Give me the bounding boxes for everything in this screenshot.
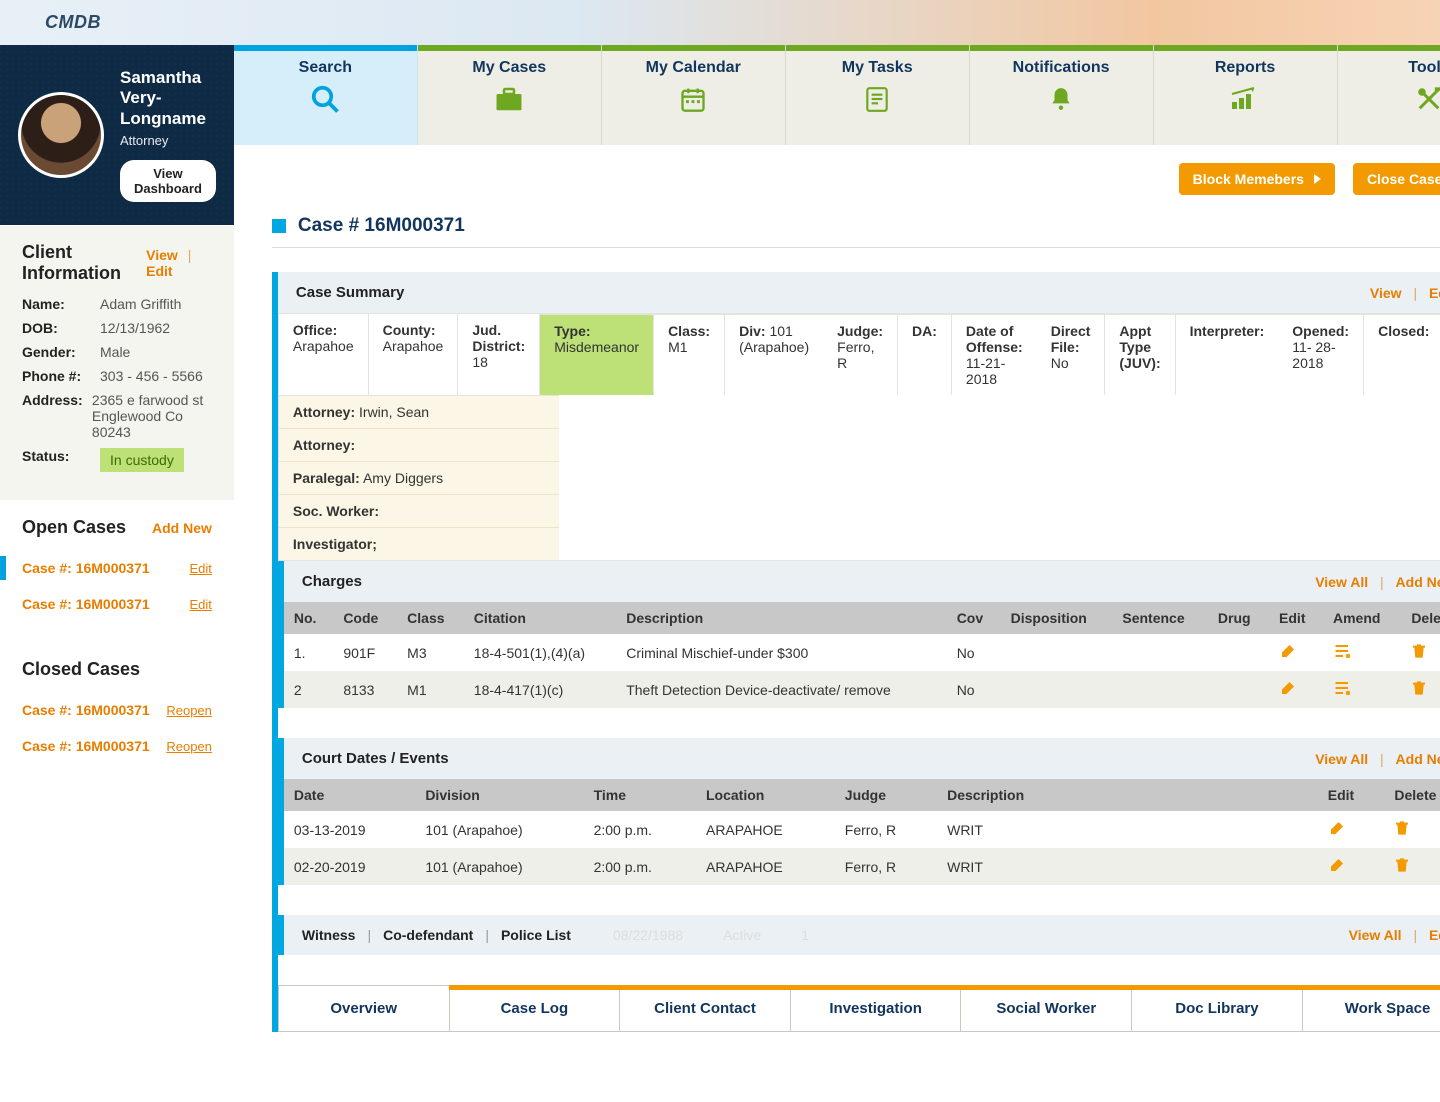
table-row: 03-13-2019 101 (Arapahoe) 2:00 p.m. ARAP… <box>284 811 1440 848</box>
case-header: Case # 16M000371 <box>272 215 1440 237</box>
closed-case-reopen-link[interactable]: Reopen <box>166 739 212 754</box>
client-name: Adam Griffith <box>100 296 181 312</box>
delete-icon[interactable] <box>1411 679 1427 697</box>
closed-cases-heading: Closed Cases <box>22 659 140 680</box>
btab-client-contact[interactable]: Client Contact <box>620 986 791 1031</box>
btab-investigation[interactable]: Investigation <box>791 986 962 1031</box>
client-dob: 12/13/1962 <box>100 320 170 336</box>
witness-edit-link[interactable]: Edit <box>1429 927 1440 943</box>
ghost-row: 08/22/1988 Active 1 <box>613 927 809 943</box>
closed-case-item[interactable]: Case #: 16M000371 Reopen <box>22 692 212 728</box>
delete-icon[interactable] <box>1394 856 1410 874</box>
client-info-heading: Client Information <box>22 242 146 284</box>
case-summary-heading: Case Summary <box>296 284 404 301</box>
summary-edit-link[interactable]: Edit <box>1429 285 1440 301</box>
status-badge: In custody <box>100 448 184 472</box>
user-name: SamanthaVery-Longname <box>120 68 216 129</box>
tab-tools[interactable]: Tools <box>1338 45 1440 145</box>
tab-my-cases[interactable]: My Cases <box>418 45 602 145</box>
closed-case-reopen-link[interactable]: Reopen <box>166 703 212 718</box>
client-edit-link[interactable]: Edit <box>146 263 172 279</box>
btab-doc-library[interactable]: Doc Library <box>1132 986 1303 1031</box>
witness-card: Witness | Co-defendant | Police List 08/… <box>278 915 1440 955</box>
open-case-edit-link[interactable]: Edit <box>189 561 211 576</box>
tab-reports[interactable]: Reports <box>1154 45 1338 145</box>
bottom-tabs: Overview Case Log Client Contact Investi… <box>278 985 1440 1032</box>
charges-heading: Charges <box>302 573 362 590</box>
btab-case-log[interactable]: Case Log <box>450 986 621 1031</box>
open-cases-heading: Open Cases <box>22 517 126 538</box>
bell-icon <box>1045 85 1077 113</box>
tasks-icon <box>861 85 893 113</box>
view-dashboard-button[interactable]: View Dashboard <box>120 160 216 202</box>
open-cases-panel: Open Cases Add New Case #: 16M000371 Edi… <box>0 500 234 642</box>
open-case-edit-link[interactable]: Edit <box>189 597 211 612</box>
court-add-new-link[interactable]: Add New <box>1396 751 1440 767</box>
charges-table: No. Code Class Citation Description Cov … <box>284 602 1440 708</box>
court-dates-heading: Court Dates / Events <box>302 750 449 767</box>
case-summary-card: Case Summary View | Edit Office: Arapaho… <box>272 272 1440 1032</box>
tab-my-calendar[interactable]: My Calendar <box>602 45 786 145</box>
btab-work-space[interactable]: Work Space <box>1303 986 1440 1031</box>
close-case-button[interactable]: Close Case <box>1353 163 1440 195</box>
client-phone: 303 - 456 - 5566 <box>100 368 203 384</box>
police-list-tab[interactable]: Police List <box>501 927 571 943</box>
open-cases-add-new-link[interactable]: Add New <box>152 520 212 536</box>
client-gender: Male <box>100 344 130 360</box>
chevron-right-icon <box>1314 174 1321 184</box>
tab-notifications[interactable]: Notifications <box>970 45 1154 145</box>
table-row: 2 8133 M1 18-4-417(1)(c) Theft Detection… <box>284 671 1440 708</box>
tab-my-tasks[interactable]: My Tasks <box>786 45 970 145</box>
briefcase-icon <box>493 85 525 113</box>
court-dates-card: Court Dates / Events View All | Add New … <box>278 738 1440 885</box>
charges-view-all-link[interactable]: View All <box>1315 574 1368 590</box>
client-info-panel: Client Information View | Edit Name:Adam… <box>0 225 234 500</box>
table-row: 02-20-2019 101 (Arapahoe) 2:00 p.m. ARAP… <box>284 848 1440 885</box>
client-view-link[interactable]: View <box>146 247 178 263</box>
court-dates-table: Date Division Time Location Judge Descri… <box>284 779 1440 885</box>
edit-icon[interactable] <box>1279 679 1297 697</box>
court-view-all-link[interactable]: View All <box>1315 751 1368 767</box>
btab-overview[interactable]: Overview <box>279 986 450 1031</box>
search-icon <box>309 85 341 113</box>
calendar-icon <box>677 85 709 113</box>
edit-icon[interactable] <box>1279 642 1297 660</box>
open-case-item[interactable]: Case #: 16M000371 Edit <box>22 550 212 586</box>
avatar <box>18 92 104 178</box>
table-row: 1. 901F M3 18-4-501(1),(4)(a) Criminal M… <box>284 634 1440 671</box>
witness-tab[interactable]: Witness <box>302 927 356 943</box>
delete-icon[interactable] <box>1411 642 1427 660</box>
btab-social-worker[interactable]: Social Worker <box>961 986 1132 1031</box>
client-address: 2365 e farwood stEnglewood Co 80243 <box>92 392 212 440</box>
case-title: Case # 16M000371 <box>298 215 465 237</box>
user-card: SamanthaVery-Longname Attorney View Dash… <box>0 45 234 225</box>
brand-logo: CMDB <box>45 12 101 33</box>
amend-icon[interactable] <box>1333 642 1353 660</box>
charges-add-new-link[interactable]: Add New <box>1396 574 1440 590</box>
block-members-button[interactable]: Block Memebers <box>1179 163 1335 195</box>
codefendant-tab[interactable]: Co-defendant <box>383 927 473 943</box>
top-brand-bar: CMDB <box>0 0 1440 45</box>
amend-icon[interactable] <box>1333 679 1353 697</box>
open-case-item[interactable]: Case #: 16M000371 Edit <box>22 586 212 622</box>
closed-cases-panel: Closed Cases Case #: 16M000371 Reopen Ca… <box>0 642 234 784</box>
edit-icon[interactable] <box>1328 856 1346 874</box>
reports-icon <box>1229 85 1261 113</box>
closed-case-item[interactable]: Case #: 16M000371 Reopen <box>22 728 212 764</box>
delete-icon[interactable] <box>1394 819 1410 837</box>
witness-view-all-link[interactable]: View All <box>1349 927 1402 943</box>
edit-icon[interactable] <box>1328 819 1346 837</box>
charges-card: Charges View All | Add New No. Code Clas… <box>278 561 1440 708</box>
top-nav: Search My Cases My Calendar My Tasks Not… <box>234 45 1440 145</box>
square-marker-icon <box>272 219 286 233</box>
tools-icon <box>1413 85 1440 113</box>
user-role: Attorney <box>120 133 216 148</box>
summary-view-link[interactable]: View <box>1370 285 1402 301</box>
tab-search[interactable]: Search <box>234 45 418 145</box>
